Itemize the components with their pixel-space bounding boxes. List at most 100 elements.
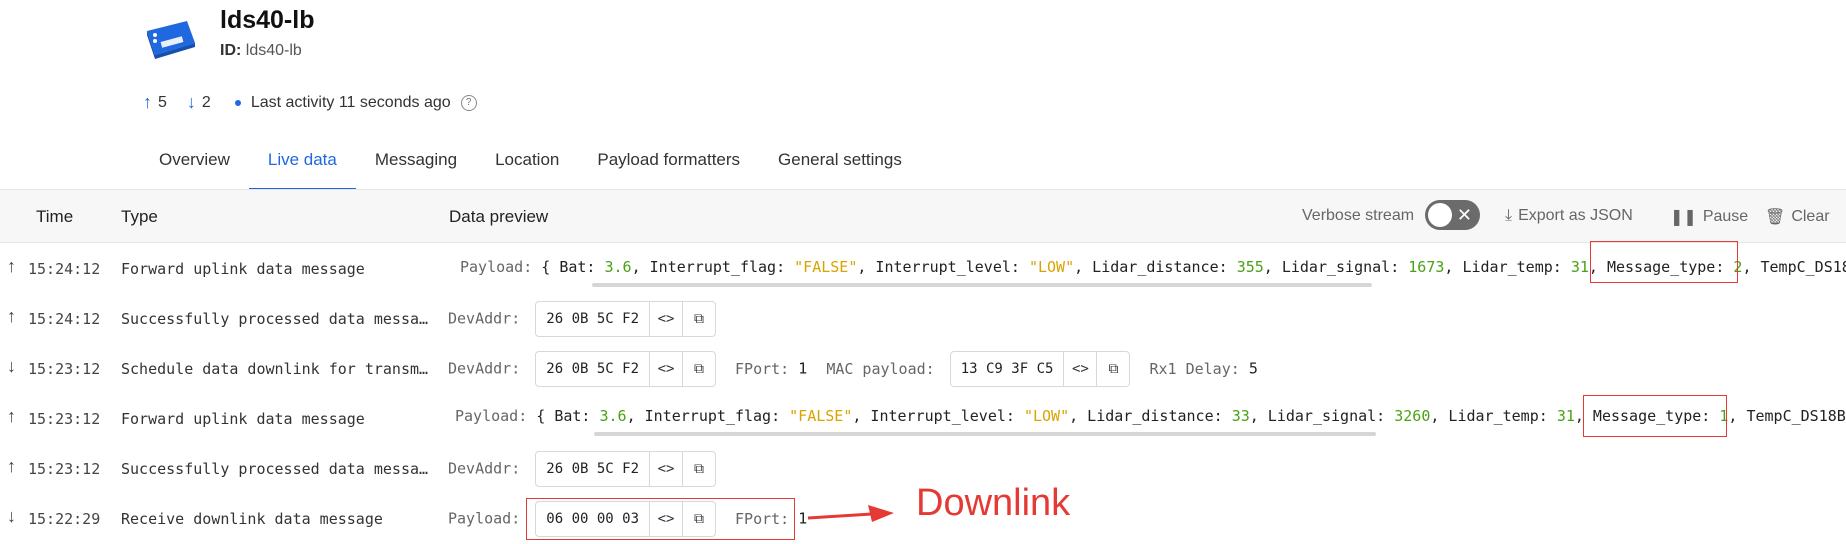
devaddr-label: DevAddr: <box>448 459 521 478</box>
lidar-signal-value: 3260 <box>1394 407 1431 425</box>
devaddr-label: DevAddr: <box>448 309 521 328</box>
help-icon[interactable]: ? <box>460 94 477 111</box>
devaddr-pill: 26 0B 5C F2 <> ⧉ <box>535 451 716 487</box>
tab-payload-formatters[interactable]: Payload formatters <box>578 150 759 188</box>
lidar-distance-value: 33 <box>1231 407 1250 425</box>
row-type: Forward uplink data message <box>121 260 365 278</box>
uplink-icon: ↑ <box>7 456 16 476</box>
verbose-stream-label: Verbose stream <box>1302 207 1415 224</box>
devaddr-pill: 26 0B 5C F2 <> ⧉ <box>535 301 716 337</box>
payload-label: Payload: <box>455 407 528 425</box>
interrupt-level-value: "LOW" <box>1023 407 1070 425</box>
pause-label: Pause <box>1702 208 1749 225</box>
downlink-preview: DevAddr: 26 0B 5C F2 <> ⧉ FPort: 1 MAC p… <box>448 351 1258 387</box>
code-toggle-icon[interactable]: <> <box>649 452 682 486</box>
last-activity: Last activity 11 seconds ago <box>250 93 451 111</box>
column-time: Time <box>36 207 74 226</box>
row-time: 15:24:12 <box>28 310 101 328</box>
activity-stats: ↑ 5 ↓ 2 Last activity 11 seconds ago ? <box>143 92 477 113</box>
status-dot-icon <box>234 99 241 106</box>
downlink-icon: ↓ <box>7 356 16 376</box>
tab-live-data[interactable]: Live data <box>248 150 356 191</box>
row-time: 15:22:29 <box>28 510 101 528</box>
export-json-label: Export as JSON <box>1518 207 1633 224</box>
devaddr-preview: DevAddr: 26 0B 5C F2 <> ⧉ <box>448 451 716 487</box>
devaddr-value: 26 0B 5C F2 <box>546 461 639 477</box>
row-type: Receive downlink data message <box>121 510 383 528</box>
mac-payload-label: MAC payload: <box>826 359 935 378</box>
uplink-icon: ↑ <box>7 306 16 326</box>
row-time: 15:24:12 <box>28 260 101 278</box>
tab-location[interactable]: Location <box>476 150 578 188</box>
payload-scrollbar[interactable] <box>594 432 1376 436</box>
row-type: Successfully processed data messa… <box>121 460 429 478</box>
payload-tail: TempC_DS18 <box>1760 258 1846 276</box>
downlink-count: 2 <box>201 93 211 111</box>
highlight-box <box>1583 395 1727 437</box>
column-data-preview: Data preview <box>449 207 549 226</box>
lidar-distance-value: 355 <box>1236 258 1264 276</box>
payload-tail: TempC_DS18B2 <box>1746 407 1846 425</box>
clear-button[interactable]: 🗑 Clear <box>1765 207 1830 227</box>
pause-button[interactable]: ❚❚ Pause <box>1670 207 1748 227</box>
devaddr-label: DevAddr: <box>448 359 521 378</box>
code-toggle-icon[interactable]: <> <box>649 352 682 386</box>
tab-general-settings[interactable]: General settings <box>759 150 921 188</box>
copy-icon[interactable]: ⧉ <box>682 352 715 386</box>
downlink-arrow-icon: ↓ <box>186 92 196 112</box>
mac-payload-value: 13 C9 3F C5 <box>960 361 1054 377</box>
lidar-signal-value: 1673 <box>1408 258 1445 276</box>
copy-icon[interactable]: ⧉ <box>682 452 715 486</box>
fport-value: 1 <box>798 359 808 378</box>
uplink-icon: ↑ <box>7 256 16 276</box>
export-json-button[interactable]: ⤓ Export as JSON <box>1505 207 1633 225</box>
annotation-arrow-icon <box>807 505 894 522</box>
interrupt-level-value: "LOW" <box>1028 258 1075 276</box>
row-type: Forward uplink data message <box>121 410 365 428</box>
uplink-arrow-icon: ↑ <box>143 92 152 112</box>
verbose-stream-toggle[interactable]: ✕ <box>1425 200 1480 230</box>
uplink-icon: ↑ <box>7 406 16 426</box>
device-name: lds40-lb <box>220 6 315 34</box>
fport-label: FPort: <box>735 359 790 378</box>
download-icon: ⤓ <box>1505 207 1513 224</box>
highlight-box <box>526 498 795 540</box>
tab-messaging[interactable]: Messaging <box>356 150 476 188</box>
highlight-box <box>1590 241 1738 283</box>
clear-label: Clear <box>1791 208 1830 225</box>
interrupt-flag-value: "FALSE" <box>794 258 858 276</box>
downlink-annotation: Downlink <box>916 482 1071 524</box>
column-type: Type <box>121 207 158 226</box>
toggle-knob <box>1428 203 1452 227</box>
payload-label: Payload: <box>460 258 533 276</box>
bat-value: 3.6 <box>599 407 627 425</box>
payload-scrollbar[interactable] <box>592 283 1372 287</box>
row-time: 15:23:12 <box>28 460 101 478</box>
code-toggle-icon[interactable]: <> <box>649 302 682 336</box>
row-type: Schedule data downlink for transm… <box>121 360 429 378</box>
trash-icon: 🗑 <box>1765 209 1786 226</box>
devaddr-pill: 26 0B 5C F2 <> ⧉ <box>535 351 716 387</box>
copy-icon[interactable]: ⧉ <box>1096 352 1129 386</box>
lidar-temp-value: 31 <box>1556 407 1575 425</box>
devaddr-value: 26 0B 5C F2 <box>546 361 639 377</box>
device-id-label: ID: <box>220 42 242 59</box>
payload-label: Payload: <box>448 509 521 528</box>
pause-icon: ❚❚ <box>1670 209 1697 226</box>
row-time: 15:23:12 <box>28 410 101 428</box>
uplink-count: 5 <box>158 93 167 111</box>
interrupt-flag-value: "FALSE" <box>789 407 853 425</box>
device-id-value: lds40-lb <box>245 42 302 59</box>
devaddr-preview: DevAddr: 26 0B 5C F2 <> ⧉ <box>448 301 716 337</box>
close-icon: ✕ <box>1456 205 1472 225</box>
downlink-icon: ↓ <box>7 506 16 526</box>
copy-icon[interactable]: ⧉ <box>682 302 715 336</box>
lidar-temp-value: 31 <box>1570 258 1589 276</box>
device-icon <box>147 21 195 59</box>
bat-value: 3.6 <box>604 258 632 276</box>
row-type: Successfully processed data messa… <box>121 310 429 328</box>
tab-overview[interactable]: Overview <box>140 150 249 188</box>
code-toggle-icon[interactable]: <> <box>1063 352 1096 386</box>
row-time: 15:23:12 <box>28 360 101 378</box>
mac-payload-pill: 13 C9 3F C5 <> ⧉ <box>949 351 1131 387</box>
